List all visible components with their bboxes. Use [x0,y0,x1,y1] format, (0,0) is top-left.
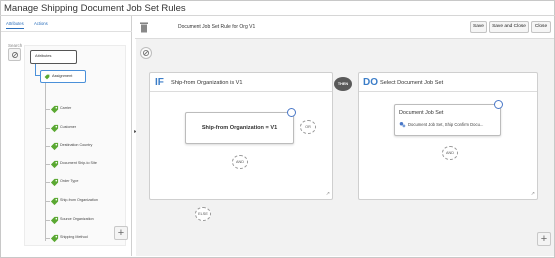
save-button[interactable]: Save [470,21,487,33]
tag-icon [50,234,59,243]
if-keyword: IF [155,77,164,88]
tree-leaf-label: Order Type [60,179,79,183]
resize-handle-icon[interactable]: ↗ [326,191,330,197]
tree-leaf[interactable]: Destination Country [45,141,95,152]
tree-root-attributes[interactable]: Attributes [30,50,77,64]
tree-leaf-label: Destination Country [60,143,93,147]
tab-attributes[interactable]: Attributes [6,21,24,29]
tag-icon [50,142,59,151]
canvas-settings-button[interactable] [140,47,152,59]
do-block[interactable]: DO Select Document Job Set ↗ [358,72,538,200]
condition-select-ring[interactable] [287,108,296,117]
gear-icon [142,49,150,57]
trash-icon[interactable] [139,21,149,33]
tag-icon [50,124,59,133]
action-title: Document Job Set [399,110,444,116]
close-button[interactable]: Close [531,21,551,33]
tree-leaf-label: Ship-from Organization [60,198,98,202]
tree-leaf-label: Customer [60,125,76,129]
tree-leaf[interactable]: Carrier [45,104,95,115]
tree-leaf[interactable]: Order Type [45,177,95,188]
panel-tabs: Attributes Actions [1,16,132,32]
settings-button[interactable] [8,48,21,61]
resize-handle-icon[interactable]: ↗ [531,191,535,197]
tag-icon [50,178,59,187]
save-and-close-button[interactable]: Save and Close [489,21,529,33]
else-connector[interactable]: ELSE [195,207,211,221]
tree-connector [35,64,36,75]
tree-leaf[interactable]: Ship-from Organization [45,196,98,207]
page-title: Manage Shipping Document Job Set Rules [4,3,186,14]
add-block-button[interactable]: + [537,232,551,246]
do-keyword: DO [363,77,378,88]
if-block-header: IF Ship-from Organization is V1 [150,73,332,92]
if-heading: Ship-from Organization is V1 [171,80,243,86]
then-badge: THEN [334,77,352,91]
condition-text: Ship-from Organization = V1 [201,125,278,131]
tag-icon [44,74,50,80]
action-box[interactable]: Document Job Set Document Job Set, Ship … [394,104,501,136]
tag-icon [50,197,59,206]
do-block-header: DO Select Document Job Set [359,73,537,92]
tag-icon [50,105,59,114]
tree-leaf[interactable]: Customer [45,123,95,134]
tree-leaf-label: Source Organization [60,217,94,221]
tree-leaf[interactable]: Document Ship-to Site [45,159,97,170]
tag-icon [50,160,59,169]
do-heading: Select Document Job Set [380,80,444,86]
and-connector[interactable]: AND [232,155,248,169]
tree-group-assignment[interactable]: Assignment [40,70,86,83]
tab-actions[interactable]: Actions [34,21,48,26]
gears-icon [399,122,406,128]
action-value: Document Job Set, Ship Confirm Docu... [408,122,484,127]
tree-leaf-label: Carrier [60,106,72,110]
gear-icon [11,51,18,58]
add-attribute-button[interactable]: + [114,226,128,240]
or-connector[interactable]: OR [300,120,316,134]
tree-leaf[interactable]: Source Organization [45,215,95,226]
action-and-connector[interactable]: AND [442,146,458,160]
tree-leaf-label: Document Ship-to Site [60,161,97,165]
tree-leaf-label: Shipping Method [60,235,88,239]
rule-name-field[interactable]: Document Job Set Rule for Org V1 [178,24,255,30]
action-select-ring[interactable] [494,100,503,109]
condition-box[interactable]: Ship-from Organization = V1 [185,112,294,144]
tree-group-label: Assignment [52,73,73,78]
tree-leaf[interactable]: Shipping Method [45,233,95,244]
tag-icon [50,216,59,225]
